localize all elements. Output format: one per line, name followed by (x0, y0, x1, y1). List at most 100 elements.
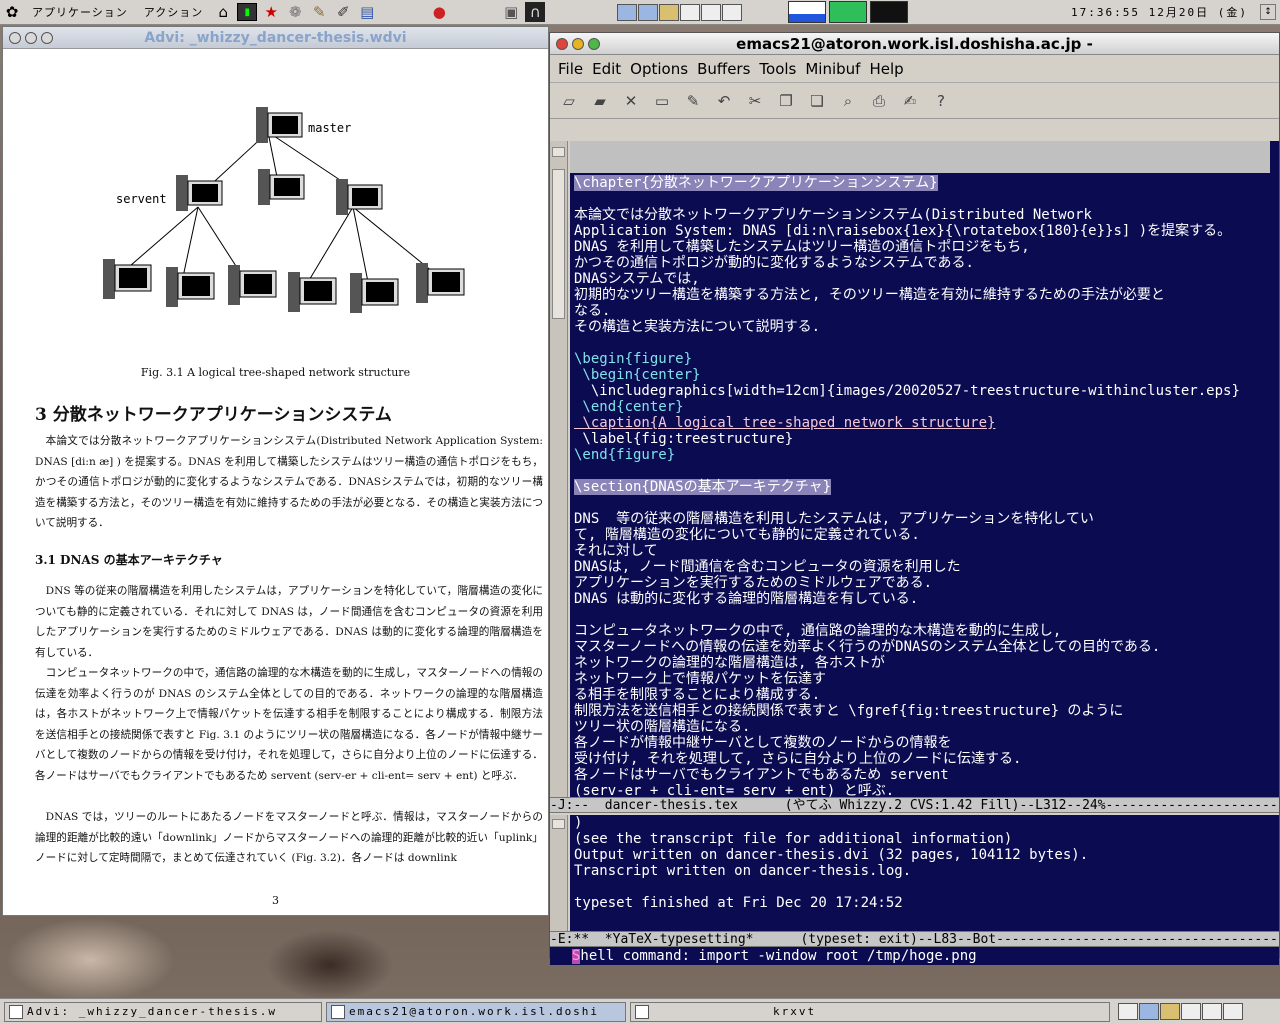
print-icon[interactable]: ⎙ (866, 88, 892, 114)
clock[interactable]: 17:36:55 12月20日 (金) (1071, 4, 1248, 20)
paragraph-4: DNAS では，ツリーのルートにあたるノードをマスターノードと呼ぶ．情報は，マス… (35, 811, 543, 864)
task-label: krxvt (773, 1005, 817, 1018)
menu-options[interactable]: Options (630, 60, 688, 78)
editor-line: マスターノードへの情報の伝達を効率よく行うのがDNASのシステム全体としての目的… (574, 639, 1161, 655)
editor-icon[interactable]: ✐ (333, 2, 353, 22)
workspace-5[interactable] (701, 3, 722, 21)
transcript-scroll-up-arrow[interactable] (552, 819, 565, 829)
transcript-scrollbar[interactable] (550, 815, 568, 931)
editor-modeline[interactable]: -J:-- dancer-thesis.tex (やてふ Whizzy.2 CV… (550, 797, 1279, 813)
search-icon[interactable]: ⌕ (835, 88, 861, 114)
workspace-1[interactable] (617, 3, 638, 21)
menu-help[interactable]: Help (869, 60, 903, 78)
menu-edit[interactable]: Edit (592, 60, 621, 78)
exit-icon[interactable]: ∩ (525, 2, 546, 22)
emacs-body: \chapter{分散ネットワークアプリケーションシステム} 本論文では分散ネッ… (550, 139, 1279, 965)
close-icon[interactable]: ✕ (618, 88, 644, 114)
tex-editor-buffer[interactable]: \chapter{分散ネットワークアプリケーションシステム} 本論文では分散ネッ… (570, 141, 1279, 797)
transcript-modeline[interactable]: -E:** *YaTeX-typesetting* (typeset: exit… (550, 931, 1279, 947)
home-icon[interactable]: ⌂ (213, 2, 233, 22)
workspace-pager (617, 3, 743, 21)
editor-scroll-thumb[interactable] (552, 169, 565, 319)
editor-line: なる. (574, 303, 611, 319)
cut-icon[interactable]: ✂ (742, 88, 768, 114)
workspace-6[interactable] (1223, 1003, 1243, 1020)
paragraph-3: コンピュータネットワークの中で，通信路の論理的な木構造を動的に生成し，マスターノ… (35, 667, 543, 782)
paste-icon[interactable]: ❏ (804, 88, 830, 114)
editor-line: \chapter{分散ネットワークアプリケーションシステム} (574, 175, 938, 191)
emacs-menubar: File Edit Options Buffers Tools Minibuf … (550, 55, 1279, 83)
text-cursor (572, 949, 580, 964)
editor-line: て, 階層構造の変化についても静的に定義されている. (574, 527, 920, 543)
gnome-foot-icon[interactable]: ✿ (2, 2, 22, 22)
section-command: \section{DNASの基本アーキテクチャ} (574, 479, 832, 495)
apple-icon[interactable]: ● (429, 2, 449, 22)
workspace-2[interactable] (1139, 1003, 1159, 1020)
copy-icon[interactable]: ❐ (773, 88, 799, 114)
editor-line: る相手を制限することにより構成する. (574, 687, 821, 703)
menu-minibuf[interactable]: Minibuf (805, 60, 860, 78)
panel-hide-icon[interactable]: ↕ (1260, 4, 1276, 20)
memory-monitor (829, 1, 868, 23)
editor-line: 制限方法を送信相手との接続関係で表すと \fgref{fig:treestruc… (574, 703, 1124, 719)
scroll-up-arrow[interactable] (552, 147, 565, 157)
open-folder-icon[interactable]: ▰ (587, 88, 613, 114)
tree-network-figure: master servent (103, 107, 465, 313)
cpu-monitor (788, 1, 827, 23)
workspace-4[interactable] (1181, 1003, 1201, 1020)
buffer-top-band (570, 141, 1270, 173)
gnome-icon[interactable]: ❁ (285, 2, 305, 22)
minibuffer[interactable]: Shell command: import -window root /tmp/… (550, 947, 1279, 965)
task-advi[interactable]: Advi: _whizzy_dancer-thesis.w (4, 1001, 322, 1022)
document-icon[interactable]: ▤ (357, 2, 377, 22)
editor-line: 各ノードが情報中継サーバとして複数のノードからの情報を (574, 735, 952, 751)
editor-line: DNASシステムでは, (574, 271, 700, 287)
folder-icon[interactable]: ▣ (501, 2, 521, 22)
editor-line: 初期的なツリー構造を構築する方法と, そのツリー構造を有効に維持するための手法が… (574, 287, 1165, 303)
editor-line: DNAS を利用して構築したシステムはツリー構造の通信トポロジをもち, (574, 239, 1030, 255)
editor-line: その構造と実装方法について説明する. (574, 319, 821, 335)
workspace-3[interactable] (659, 3, 680, 21)
task-label: emacs21@atoron.work.isl.doshi (349, 1005, 600, 1018)
menu-tools[interactable]: Tools (759, 60, 796, 78)
editor-line: 受け付け, それを処理して, さらに自分より上位のノードに伝達する. (574, 751, 1022, 767)
save-icon[interactable]: ▭ (649, 88, 675, 114)
emacs-window: emacs21@atoron.work.isl.doshisha.ac.jp -… (549, 32, 1280, 965)
figure-caption: Fig. 3.1 A logical tree-shaped network s… (140, 366, 411, 379)
terminal-icon[interactable]: ▮ (237, 3, 258, 21)
window-icon (331, 1004, 345, 1019)
advi-window: Advi: _whizzy_dancer-thesis.wdvi master … (2, 26, 549, 916)
task-label: Advi: _whizzy_dancer-thesis.w (27, 1005, 278, 1018)
workspace-2[interactable] (638, 3, 659, 21)
workspace-5[interactable] (1202, 1003, 1222, 1020)
editor-scrollbar[interactable] (550, 141, 568, 797)
editor-line: \includegraphics[width=12cm]{images/2002… (574, 383, 1240, 399)
editor-line: ネットワーク上で情報パケットを伝達す (574, 671, 826, 687)
actions-menu[interactable]: アクション (136, 4, 211, 20)
advi-title: Advi: _whizzy_dancer-thesis.wdvi (144, 29, 407, 46)
workspace-3[interactable] (1160, 1003, 1180, 1020)
star-icon[interactable]: ★ (261, 2, 281, 22)
advi-titlebar[interactable]: Advi: _whizzy_dancer-thesis.wdvi (3, 27, 548, 49)
task-emacs[interactable]: emacs21@atoron.work.isl.doshi (326, 1001, 626, 1022)
workspace-1[interactable] (1118, 1003, 1138, 1020)
window-icon (635, 1004, 649, 1019)
task-krxvt[interactable]: krxvt (630, 1001, 1110, 1022)
workspace-6[interactable] (722, 3, 743, 21)
editor-line: \label{fig:treestructure} (574, 431, 794, 447)
editor-line: \section{DNASの基本アーキテクチャ} (574, 479, 832, 495)
editor-line: 本論文では分散ネットワークアプリケーションシステム(Distributed Ne… (574, 207, 1092, 223)
save-as-icon[interactable]: ✎ (680, 88, 706, 114)
typeset-transcript-buffer[interactable]: ) (see the transcript file for additiona… (570, 815, 1279, 931)
editor-line: コンピュータネットワークの中で, 通信路の論理的な木構造を動的に生成し, (574, 623, 1062, 639)
help-icon[interactable]: ? (928, 88, 954, 114)
menu-buffers[interactable]: Buffers (697, 60, 750, 78)
emacs-titlebar[interactable]: emacs21@atoron.work.isl.doshisha.ac.jp - (550, 33, 1279, 55)
gimp-icon[interactable]: ✎ (309, 2, 329, 22)
menu-file[interactable]: File (558, 60, 583, 78)
undo-icon[interactable]: ↶ (711, 88, 737, 114)
applications-menu[interactable]: アプリケーション (24, 4, 136, 20)
new-file-icon[interactable]: ▱ (556, 88, 582, 114)
workspace-4[interactable] (680, 3, 701, 21)
preferences-icon[interactable]: ✍ (897, 88, 923, 114)
